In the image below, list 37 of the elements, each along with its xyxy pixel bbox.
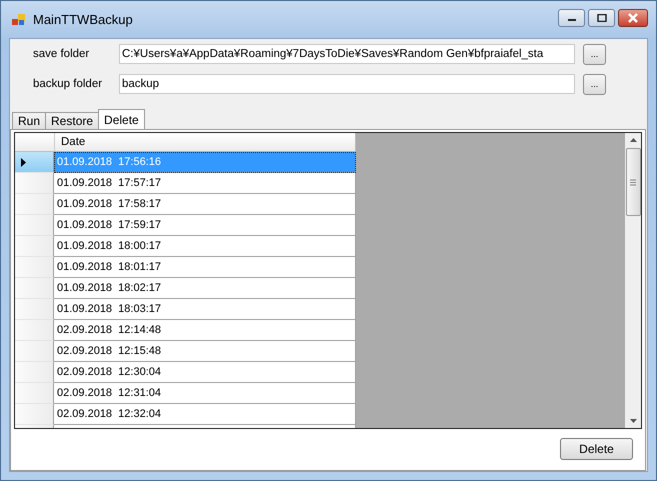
window-title: MainTTWBackup <box>33 12 133 27</box>
scroll-down-icon[interactable] <box>630 419 636 423</box>
scrollbar[interactable] <box>625 133 641 428</box>
maximize-icon <box>596 14 606 22</box>
browse-button[interactable]: ... <box>583 44 606 64</box>
tab[interactable]: Restore <box>45 112 100 129</box>
field-label: save folder <box>33 48 90 60</box>
scroll-up-icon[interactable] <box>630 138 636 142</box>
table-cell[interactable]: 01.09.2018 18:02:17 <box>54 278 356 299</box>
field-label: backup folder <box>33 78 104 90</box>
grip-icon <box>630 178 636 186</box>
table-cell[interactable]: 01.09.2018 17:58:17 <box>54 194 356 215</box>
table-cell[interactable]: 02.09.2018 12:32:04 <box>54 404 356 425</box>
app-icon <box>12 14 26 26</box>
current-row-icon <box>21 158 26 166</box>
table-cell[interactable]: 01.09.2018 18:03:17 <box>54 299 356 320</box>
table-cell[interactable]: 01.09.2018 18:01:17 <box>54 257 356 278</box>
tab[interactable]: Delete <box>98 109 145 129</box>
header-corner <box>15 133 55 152</box>
path-field[interactable]: C:¥Users¥a¥AppData¥Roaming¥7DaysToDie¥Saves¥Random Gen¥bfpraiafel_sta <box>119 44 575 64</box>
table-cell[interactable]: 01.09.2018 17:59:17 <box>54 215 356 236</box>
table-cell[interactable]: 01.09.2018 17:57:17 <box>54 173 356 194</box>
path-field[interactable]: backup <box>119 74 575 94</box>
table-cell[interactable]: 02.09.2018 12:31:04 <box>54 383 356 404</box>
column-header[interactable]: Date <box>55 133 356 152</box>
close-icon <box>627 13 639 23</box>
minimize-button[interactable] <box>558 9 585 27</box>
close-button[interactable] <box>618 9 648 27</box>
browse-button[interactable]: ... <box>583 74 606 94</box>
maximize-button[interactable] <box>588 9 615 27</box>
table-cell[interactable]: 01.09.2018 18:00:17 <box>54 236 356 257</box>
table-cell[interactable]: 02.09.2018 12:15:48 <box>54 341 356 362</box>
tab[interactable]: Run <box>12 112 46 129</box>
table-cell[interactable]: 02.09.2018 12:14:48 <box>54 320 356 341</box>
row-header[interactable] <box>15 152 54 173</box>
table-cell[interactable]: 02.09.2018 12:30:04 <box>54 362 356 383</box>
delete-button[interactable]: Delete <box>560 438 633 460</box>
